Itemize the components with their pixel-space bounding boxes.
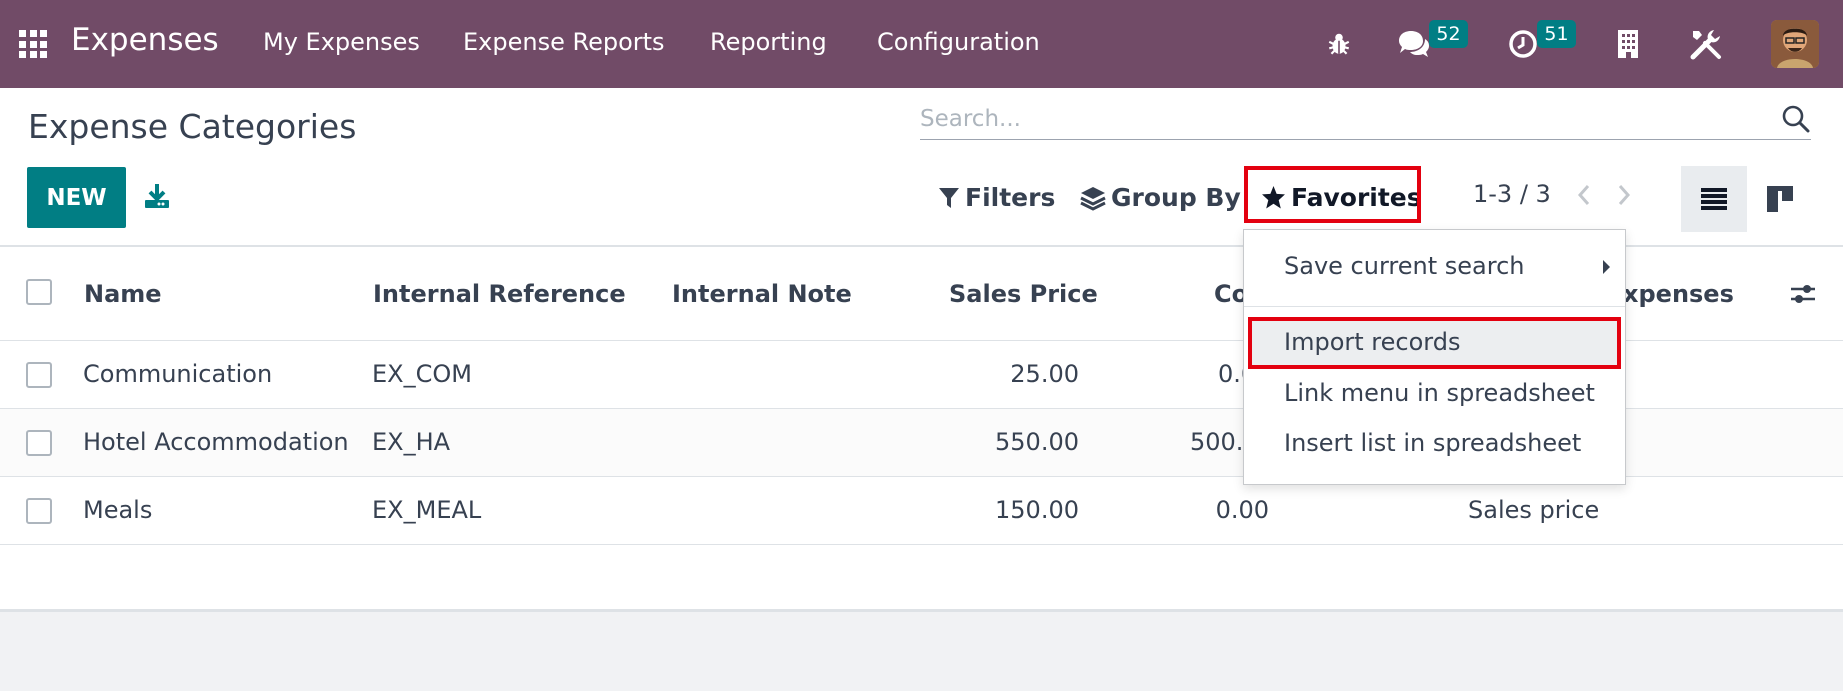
row-checkbox[interactable]: [26, 362, 52, 388]
menu-configuration[interactable]: Configuration: [877, 28, 1040, 56]
cell-cost: 0.00: [1215, 496, 1269, 524]
column-expense-policy[interactable]: xpenses: [1623, 280, 1734, 308]
save-current-search-item[interactable]: Save current search: [1284, 252, 1524, 280]
search-bar: [920, 100, 1811, 140]
download-icon[interactable]: [143, 182, 171, 210]
select-all-checkbox[interactable]: [26, 279, 52, 305]
groupby-label: Group By: [1111, 183, 1241, 212]
row-checkbox[interactable]: [26, 498, 52, 524]
layers-icon: [1080, 186, 1106, 211]
cell-internal-reference: EX_MEAL: [372, 496, 482, 524]
column-sales-price[interactable]: Sales Price: [949, 280, 1098, 308]
menu-expense-reports[interactable]: Expense Reports: [463, 28, 665, 56]
import-records-item[interactable]: Import records: [1284, 328, 1460, 356]
page-title: Expense Categories: [28, 107, 357, 146]
chat-icon[interactable]: [1396, 26, 1432, 62]
avatar[interactable]: [1771, 20, 1819, 68]
row-checkbox[interactable]: [26, 430, 52, 456]
groupby-button[interactable]: Group By: [1080, 183, 1241, 212]
kanban-view-button[interactable]: [1747, 166, 1813, 232]
tools-icon[interactable]: [1688, 26, 1724, 62]
cell-sales-price: 150.00: [995, 496, 1079, 524]
insert-list-spreadsheet-item[interactable]: Insert list in spreadsheet: [1284, 429, 1581, 457]
favorites-dropdown: Save current search Import records Link …: [1243, 229, 1626, 485]
building-icon[interactable]: [1610, 26, 1646, 62]
filter-icon: [939, 187, 959, 208]
column-internal-note[interactable]: Internal Note: [672, 280, 852, 308]
cell-name: Meals: [83, 496, 153, 524]
list-view-icon: [1701, 188, 1727, 210]
messages-badge: 52: [1429, 20, 1468, 48]
search-input[interactable]: [920, 100, 1760, 138]
pager-next-icon[interactable]: [1613, 180, 1635, 210]
dropdown-divider: [1244, 306, 1625, 307]
link-menu-spreadsheet-item[interactable]: Link menu in spreadsheet: [1284, 379, 1595, 407]
cell-sales-price: 550.00: [995, 428, 1079, 456]
activities-badge: 51: [1537, 20, 1576, 48]
kanban-view-icon: [1767, 186, 1793, 212]
cell-expense-policy: Sales price: [1468, 496, 1600, 524]
cell-name: Communication: [83, 360, 273, 388]
control-panel: Expense Categories NEW Filters Group By …: [0, 88, 1843, 245]
top-navbar: Expenses My Expenses Expense Reports Rep…: [0, 0, 1843, 88]
clock-icon[interactable]: [1505, 26, 1541, 62]
filters-button[interactable]: Filters: [938, 183, 1055, 212]
caret-right-icon: [1603, 260, 1610, 274]
optional-columns-icon[interactable]: [1789, 280, 1817, 308]
pager-previous-icon[interactable]: [1573, 180, 1595, 210]
filters-label: Filters: [965, 183, 1056, 212]
app-title[interactable]: Expenses: [71, 22, 219, 58]
bug-icon[interactable]: [1321, 26, 1357, 62]
pager-value[interactable]: 1-3 / 3: [1473, 180, 1551, 208]
column-name[interactable]: Name: [84, 280, 162, 308]
favorites-highlight-box: [1244, 166, 1421, 223]
cell-internal-reference: EX_HA: [372, 428, 451, 456]
column-internal-reference[interactable]: Internal Reference: [373, 280, 626, 308]
list-view-button[interactable]: [1681, 166, 1747, 232]
cell-name: Hotel Accommodation: [83, 428, 349, 456]
menu-reporting[interactable]: Reporting: [710, 28, 827, 56]
page-footer-area: [0, 609, 1843, 691]
cell-sales-price: 25.00: [1010, 360, 1079, 388]
menu-my-expenses[interactable]: My Expenses: [263, 28, 420, 56]
cell-internal-reference: EX_COM: [372, 360, 472, 388]
search-icon[interactable]: [1781, 104, 1811, 134]
table-row[interactable]: Meals EX_MEAL 150.00 0.00 Sales price: [0, 477, 1843, 545]
apps-icon[interactable]: [19, 30, 47, 58]
new-button[interactable]: NEW: [27, 167, 126, 228]
